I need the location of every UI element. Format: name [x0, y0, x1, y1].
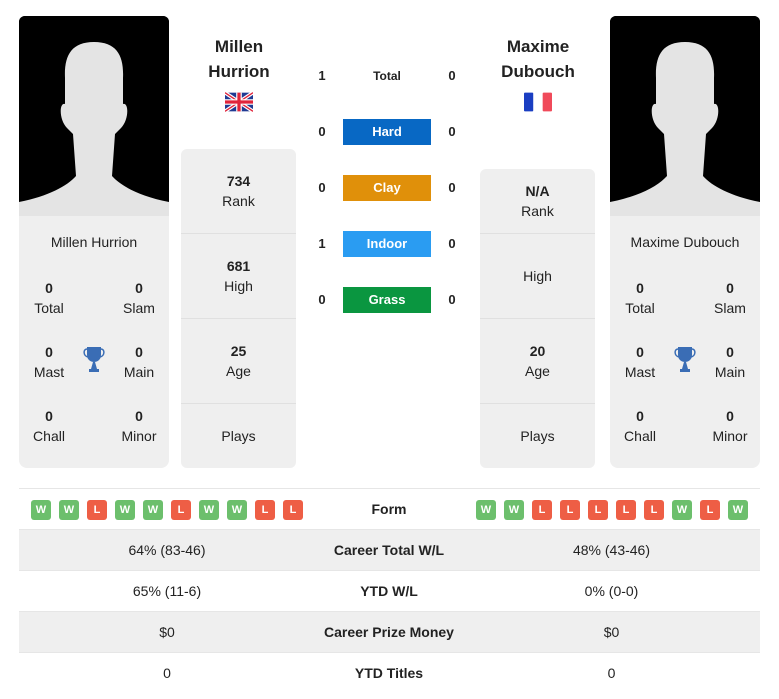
player2-age: 20 Age	[480, 319, 595, 404]
surface-clay-badge: Clay	[343, 175, 431, 201]
player2-name-heading[interactable]: Maxime Dubouch	[473, 34, 603, 84]
player1-form-badges: WWLWWLWWLL	[31, 500, 303, 520]
surface-indoor-badge: Indoor	[343, 231, 431, 257]
player1-photo	[19, 16, 169, 216]
player1-age: 25 Age	[181, 319, 296, 404]
form-win-badge[interactable]: W	[115, 500, 135, 520]
form-loss-badge[interactable]: L	[171, 500, 191, 520]
gb-flag-icon	[225, 92, 253, 112]
player2-plays: Plays	[520, 428, 555, 444]
form-win-badge[interactable]: W	[476, 500, 496, 520]
form-loss-badge[interactable]: L	[283, 500, 303, 520]
h2h-row-grass: 0 Grass 0	[310, 287, 465, 313]
h2h-row-indoor: 1 Indoor 0	[310, 231, 465, 257]
form-win-badge[interactable]: W	[59, 500, 79, 520]
form-loss-badge[interactable]: L	[532, 500, 552, 520]
form-win-badge[interactable]: W	[728, 500, 748, 520]
form-row: WWLWWLWWLL Form WWLLLLLWLW	[19, 488, 760, 529]
stat-row: 0 YTD Titles 0	[19, 652, 760, 693]
form-loss-badge[interactable]: L	[616, 500, 636, 520]
h2h-row-clay: 0 Clay 0	[310, 175, 465, 201]
player2-card: Maxime Dubouch 0 Total 0 Slam 0 Mast 0 M…	[610, 216, 760, 468]
player1-titles-slam: 0 Slam	[123, 280, 155, 316]
player1-plays: Plays	[221, 428, 256, 444]
player1-titles-total: 0 Total	[34, 280, 64, 316]
player2-photo	[610, 16, 760, 216]
player1-rank-column: 734 Rank 681 High 25 Age Plays	[181, 149, 296, 468]
player1-name-heading[interactable]: Millen Hurrion	[174, 34, 304, 84]
form-win-badge[interactable]: W	[199, 500, 219, 520]
player1-titles-main: 0 Main	[123, 344, 155, 380]
player1-rank: 734 Rank	[181, 149, 296, 234]
player2-titles-slam: 0 Slam	[714, 280, 746, 316]
player2-titles-chall: 0 Chall	[624, 408, 656, 444]
form-label: Form	[371, 501, 407, 517]
player2-rank: N/A Rank	[480, 169, 595, 234]
player2-high: High	[480, 234, 595, 319]
form-loss-badge[interactable]: L	[700, 500, 720, 520]
player2-full-name: Maxime Dubouch	[630, 234, 740, 250]
form-win-badge[interactable]: W	[504, 500, 524, 520]
stat-row: 65% (11-6) YTD W/L 0% (0-0)	[19, 570, 760, 611]
stats-table: WWLWWLWWLL Form WWLLLLLWLW 64% (83-46) C…	[19, 488, 760, 693]
form-win-badge[interactable]: W	[31, 500, 51, 520]
h2h-row-hard: 0 Hard 0	[310, 119, 465, 145]
form-loss-badge[interactable]: L	[560, 500, 580, 520]
surface-total-label: Total	[373, 69, 401, 83]
stat-row: $0 Career Prize Money $0	[19, 611, 760, 652]
form-win-badge[interactable]: W	[672, 500, 692, 520]
player2-rank-column: N/A Rank High 20 Age Plays	[480, 169, 595, 468]
player2-form-badges: WWLLLLLWLW	[476, 500, 748, 520]
h2h-row-total: 1 Total 0	[310, 63, 465, 89]
player1-full-name: Millen Hurrion	[50, 234, 138, 250]
trophy-icon	[83, 347, 105, 372]
player1-titles-chall: 0 Chall	[33, 408, 65, 444]
player2-titles-total: 0 Total	[625, 280, 655, 316]
player2-titles-main: 0 Main	[714, 344, 746, 380]
player1-card: Millen Hurrion 0 Total 0 Slam 0 Mast 0 M…	[19, 216, 169, 468]
player1-titles-minor: 0 Minor	[121, 408, 157, 444]
avatar-silhouette-icon	[610, 16, 760, 216]
trophy-icon	[674, 347, 696, 372]
form-loss-badge[interactable]: L	[87, 500, 107, 520]
form-loss-badge[interactable]: L	[255, 500, 275, 520]
surface-hard-badge: Hard	[343, 119, 431, 145]
player2-titles-minor: 0 Minor	[712, 408, 748, 444]
fr-flag-icon	[524, 92, 552, 112]
stat-row: 64% (83-46) Career Total W/L 48% (43-46)	[19, 529, 760, 570]
form-win-badge[interactable]: W	[227, 500, 247, 520]
player1-high: 681 High	[181, 234, 296, 319]
avatar-silhouette-icon	[19, 16, 169, 216]
form-loss-badge[interactable]: L	[644, 500, 664, 520]
player1-titles-mast: 0 Mast	[33, 344, 65, 380]
form-win-badge[interactable]: W	[143, 500, 163, 520]
surface-grass-badge: Grass	[343, 287, 431, 313]
form-loss-badge[interactable]: L	[588, 500, 608, 520]
player2-titles-mast: 0 Mast	[624, 344, 656, 380]
